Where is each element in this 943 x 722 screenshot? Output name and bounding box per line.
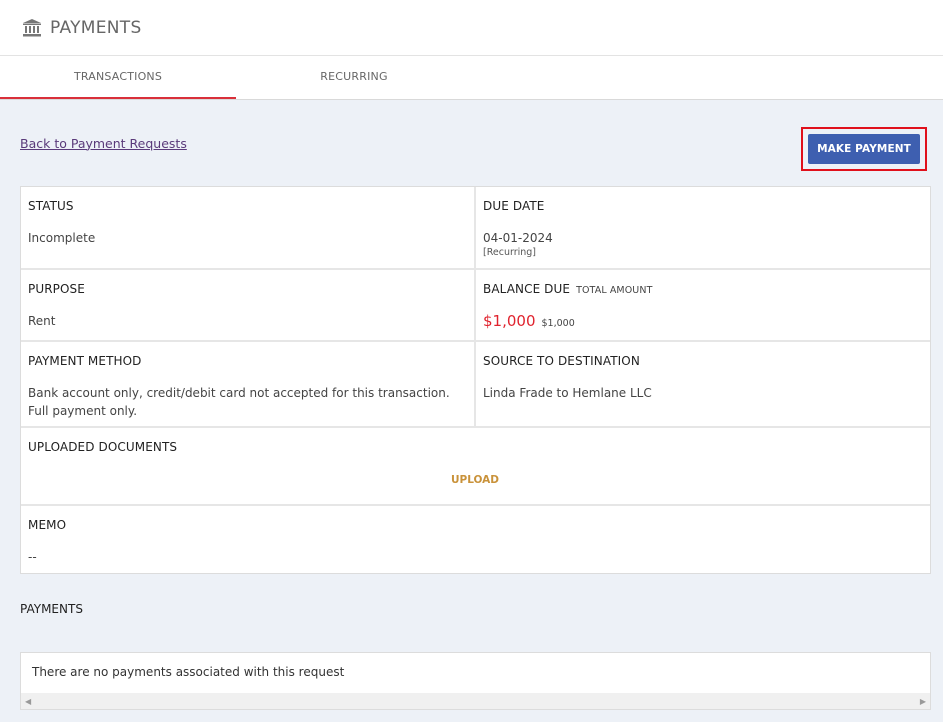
payment-details-grid: STATUS Incomplete DUE DATE 04-01-2024 [R… (20, 186, 931, 574)
due-date-label: DUE DATE (483, 199, 545, 213)
uploaded-documents-cell: UPLOADED DOCUMENTS UPLOAD (21, 428, 930, 504)
source-destination-value: Linda Frade to Hemlane LLC (483, 386, 652, 400)
main-content: Back to Payment Requests MAKE PAYMENT ST… (0, 100, 943, 710)
purpose-value: Rent (28, 314, 56, 328)
details-row-documents: UPLOADED DOCUMENTS UPLOAD (21, 428, 930, 506)
tab-transactions[interactable]: TRANSACTIONS (0, 56, 236, 99)
payments-section-title: PAYMENTS (20, 602, 83, 616)
status-label: STATUS (28, 199, 74, 213)
page-header: PAYMENTS (0, 0, 943, 56)
payment-method-cell: PAYMENT METHOD Bank account only, credit… (21, 342, 476, 426)
source-destination-cell: SOURCE TO DESTINATION Linda Frade to Hem… (476, 342, 930, 426)
status-value: Incomplete (28, 231, 96, 245)
payment-method-value: Bank account only, credit/debit card not… (28, 386, 450, 418)
details-row-status: STATUS Incomplete DUE DATE 04-01-2024 [R… (21, 187, 930, 270)
payment-method-label: PAYMENT METHOD (28, 354, 142, 368)
memo-value: -- (28, 550, 37, 564)
tab-recurring[interactable]: RECURRING (236, 56, 472, 99)
purpose-label: PURPOSE (28, 282, 85, 296)
balance-due-value: $1,000 (483, 312, 536, 330)
upload-button[interactable]: UPLOAD (28, 474, 922, 486)
balance-cell: BALANCE DUE TOTAL AMOUNT $1,000 $1,000 (476, 270, 930, 340)
due-date-value: 04-01-2024 (483, 231, 553, 245)
uploaded-documents-label: UPLOADED DOCUMENTS (28, 440, 178, 454)
balance-due-label: BALANCE DUE (483, 282, 571, 296)
action-bar: Back to Payment Requests MAKE PAYMENT (20, 100, 931, 186)
details-row-memo: MEMO -- (21, 506, 930, 573)
payments-empty-message: There are no payments associated with th… (32, 665, 345, 679)
details-row-method: PAYMENT METHOD Bank account only, credit… (21, 342, 930, 428)
bank-icon (22, 18, 42, 38)
memo-label: MEMO (28, 518, 67, 532)
status-cell: STATUS Incomplete (21, 187, 476, 268)
memo-cell: MEMO -- (21, 506, 930, 573)
balance-label-group: BALANCE DUE TOTAL AMOUNT (483, 282, 922, 296)
total-amount-value: $1,000 (541, 318, 575, 329)
horizontal-scrollbar[interactable]: ◀ ▶ (21, 693, 930, 709)
scroll-left-icon[interactable]: ◀ (25, 697, 31, 706)
details-row-purpose: PURPOSE Rent BALANCE DUE TOTAL AMOUNT $1,… (21, 270, 930, 342)
payments-list: There are no payments associated with th… (20, 652, 931, 710)
page-title: PAYMENTS (50, 17, 142, 38)
scroll-right-icon[interactable]: ▶ (920, 697, 926, 706)
back-to-payment-requests-link[interactable]: Back to Payment Requests (20, 136, 187, 151)
tab-bar: TRANSACTIONS RECURRING (0, 56, 943, 100)
due-date-cell: DUE DATE 04-01-2024 [Recurring] (476, 187, 930, 268)
make-payment-highlight: MAKE PAYMENT (801, 127, 927, 171)
source-destination-label: SOURCE TO DESTINATION (483, 354, 640, 368)
purpose-cell: PURPOSE Rent (21, 270, 476, 340)
due-date-note: [Recurring] (483, 247, 537, 258)
make-payment-button[interactable]: MAKE PAYMENT (808, 134, 920, 164)
total-amount-label: TOTAL AMOUNT (576, 285, 653, 296)
balance-value-group: $1,000 $1,000 (483, 312, 922, 333)
